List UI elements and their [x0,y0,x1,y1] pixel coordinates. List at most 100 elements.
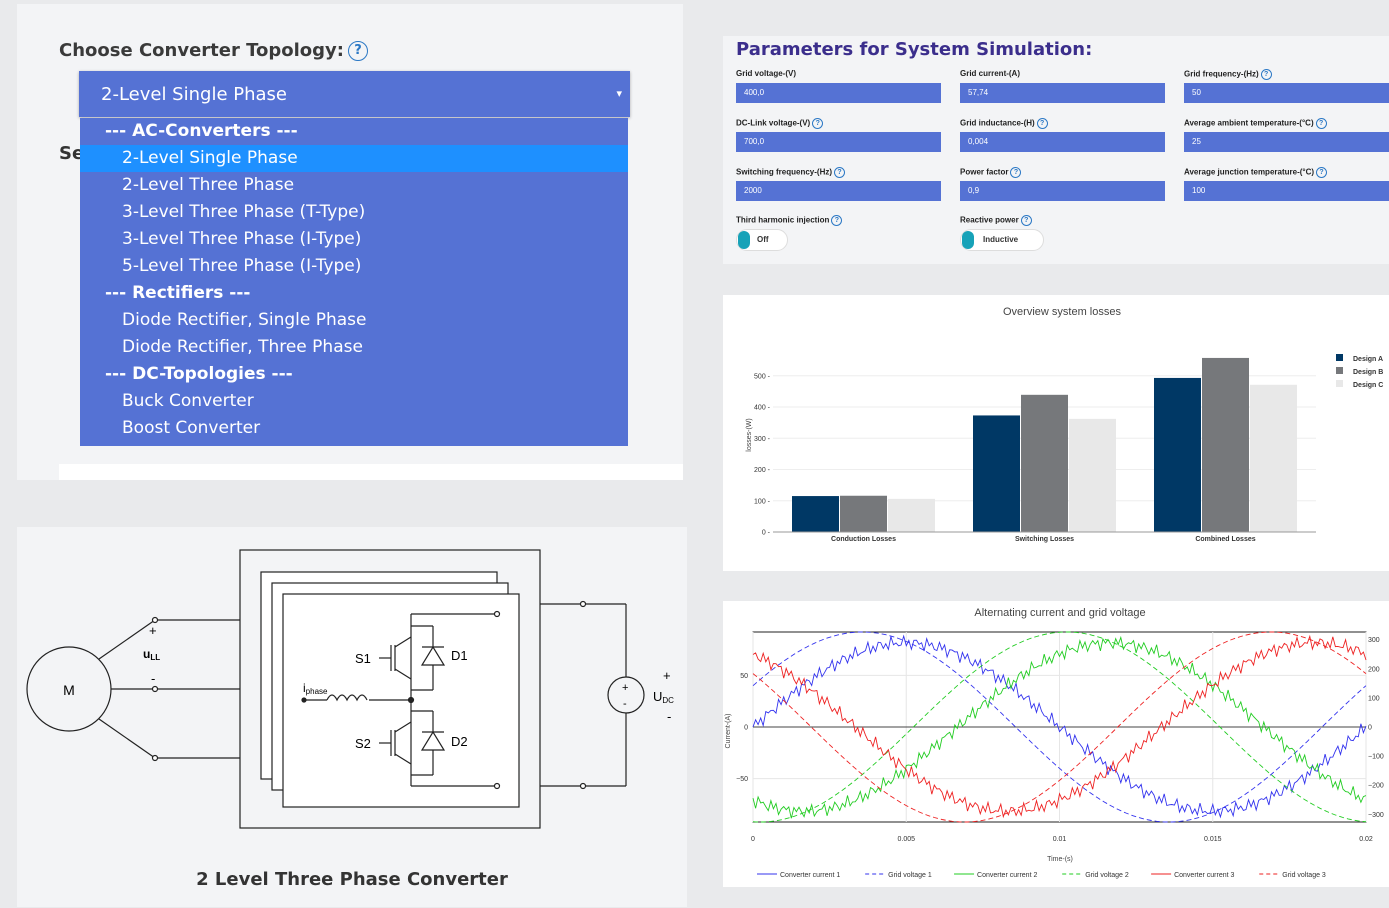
help-icon[interactable]: ? [831,215,843,226]
field-label: Switching frequency-(Hz)? [736,167,941,181]
legend-swatch [1336,367,1343,374]
topology-select[interactable]: 2-Level Single Phase ▾ [79,71,630,117]
ambient-temperature-input[interactable]: 25 [1184,132,1389,152]
field-label: Power factor? [960,167,1165,181]
help-icon[interactable]: ? [1036,118,1048,129]
option-group-dc: --- DC-Topologies --- [105,364,293,384]
field-label: Grid current-(A) [960,69,1020,78]
field-label: Grid inductance-(H)? [960,118,1165,132]
legend-swatch [1336,354,1343,361]
minus-label: - [623,698,627,710]
bar [1202,357,1249,532]
bar [792,496,839,532]
option-group-rectifiers: --- Rectifiers --- [105,283,251,303]
parameters-panel: Parameters for System Simulation: Grid v… [723,36,1389,264]
x-tick-label: Conduction Losses [831,536,896,543]
option-group-ac: --- AC-Converters --- [105,121,298,141]
toggle-label: Inductive [983,235,1019,244]
field-dc-link-voltage: DC-Link voltage-(V)? 700,0 [736,118,941,152]
help-icon[interactable]: ? [1010,167,1022,178]
junction-temperature-input[interactable]: 100 [1184,181,1389,201]
help-icon[interactable]: ? [834,167,846,178]
chart-title: Alternating current and grid voltage [974,607,1145,619]
legend-label: Grid voltage 2 [1085,872,1129,879]
option-2-level-single-phase[interactable]: 2-Level Single Phase [80,145,628,172]
help-icon[interactable]: ? [812,118,824,129]
field-ambient-temperature: Average ambient temperature-(°C)? 25 [1184,118,1389,152]
help-icon[interactable]: ? [1316,167,1328,178]
option-2-level-three-phase[interactable]: 2-Level Three Phase [80,172,628,199]
y-tick-label: −50 [736,776,748,783]
legend-label: Converter current 1 [780,872,840,879]
y-tick-label: 200 - [754,467,771,474]
dc-voltage-label: UDC [653,689,674,705]
circuit-panel: M + uLL - S1 S2 D1 D2 iphase + - + UDC -… [17,527,687,907]
field-label: Grid frequency-(Hz)? [1184,69,1389,83]
topology-panel: Choose Converter Topology:? Se 2-Level S… [17,4,683,480]
legend-label: Design A [1353,356,1383,363]
field-power-factor: Power factor? 0,9 [960,167,1165,201]
field-label: Average junction temperature-(°C)? [1184,167,1389,181]
topology-dropdown: --- AC-Converters --- 2-Level Single Pha… [80,118,628,446]
x-tick-label: 0 [751,836,755,843]
converter-schematic: M + uLL - S1 S2 D1 D2 iphase + - + UDC - [26,549,674,829]
grid-voltage-input[interactable]: 400,0 [736,83,941,103]
option-diode-single-phase[interactable]: Diode Rectifier, Single Phase [80,307,628,334]
y-axis-label: Current-(A) [725,713,732,748]
field-grid-current: Grid current-(A) 57,74 [960,69,1165,103]
option-3-level-t-type[interactable]: 3-Level Three Phase (T-Type) [80,199,628,226]
reactive-power-toggle[interactable]: Inductive [960,229,1044,251]
diode-d2-label: D2 [451,734,468,749]
y-axis-label: losses-(W) [746,418,753,451]
current-chart-panel: Alternating current and grid voltage 0 0.… [723,601,1389,887]
help-icon[interactable]: ? [1260,69,1272,80]
x-tick-label: 0.02 [1359,836,1373,843]
dc-link-voltage-input[interactable]: 700,0 [736,132,941,152]
grid-current-input[interactable]: 57,74 [960,83,1165,103]
bar [840,495,887,532]
field-switching-frequency: Switching frequency-(Hz)? 2000 [736,167,941,201]
bar [1250,384,1297,532]
field-junction-temperature: Average junction temperature-(°C)? 100 [1184,167,1389,201]
topology-label: Choose Converter Topology:? [59,40,368,61]
option-3-level-i-type[interactable]: 3-Level Three Phase (I-Type) [80,226,628,253]
switch-s1-label: S1 [355,651,371,666]
selected-topology: 2-Level Single Phase [101,84,287,105]
diode-d1-label: D1 [451,648,468,663]
power-factor-input[interactable]: 0,9 [960,181,1165,201]
help-icon[interactable]: ? [1020,215,1032,226]
losses-chart-panel: Overview system losses 0 - 100 - 200 - 300 … [723,295,1389,571]
option-buck-converter[interactable]: Buck Converter [80,388,628,415]
x-axis-label: Time-(s) [1047,856,1073,863]
y2-tick-label: 0 [1368,725,1372,732]
third-harmonic-toggle[interactable]: Off [736,229,788,251]
grid-frequency-input[interactable]: 50 [1184,83,1389,103]
plus-label: + [663,668,671,683]
field-label: Reactive power? [960,215,1165,229]
field-grid-voltage: Grid voltage-(V) 400,0 [736,69,941,103]
option-boost-converter[interactable]: Boost Converter [80,415,628,442]
field-label: DC-Link voltage-(V)? [736,118,941,132]
help-icon[interactable]: ? [347,41,368,61]
y-tick-label: 100 - [754,498,771,505]
bar [888,498,935,532]
option-5-level-i-type[interactable]: 5-Level Three Phase (I-Type) [80,253,628,280]
switching-frequency-input[interactable]: 2000 [736,181,941,201]
field-grid-inductance: Grid inductance-(H)? 0,004 [960,118,1165,152]
toggle-label: Off [757,235,769,244]
chart-title: Overview system losses [1003,306,1121,318]
legend-label: Grid voltage 3 [1282,872,1326,879]
x-tick-label: 0.01 [1053,836,1067,843]
y2-tick-label: −100 [1368,754,1384,761]
grid-inductance-input[interactable]: 0,004 [960,132,1165,152]
field-label: Average ambient temperature-(°C)? [1184,118,1389,132]
plus-label: + [622,682,628,694]
y2-tick-label: 100 [1368,695,1380,702]
field-label: Grid voltage-(V) [736,69,797,78]
field-grid-frequency: Grid frequency-(Hz)? 50 [1184,69,1389,103]
y2-tick-label: 200 [1368,666,1380,673]
help-icon[interactable]: ? [1315,118,1327,129]
legend-label: Design C [1353,382,1383,389]
option-diode-three-phase[interactable]: Diode Rectifier, Three Phase [80,334,628,361]
y-tick-label: 400 - [754,405,771,412]
